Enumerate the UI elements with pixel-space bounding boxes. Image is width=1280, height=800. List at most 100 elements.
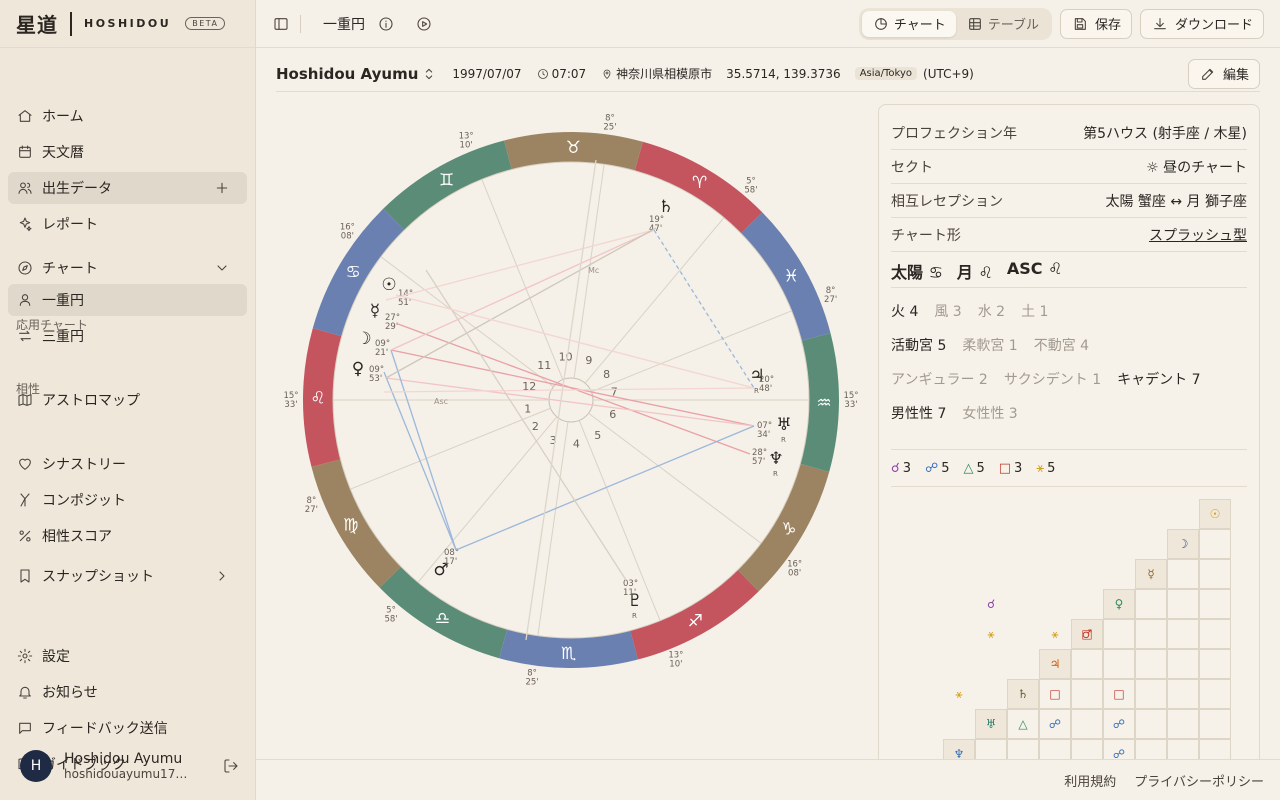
user-name: Hoshidou Ayumu xyxy=(64,751,183,767)
terms-link[interactable]: 利用規約 xyxy=(1064,771,1116,790)
sidebar-item-percent[interactable]: 相性スコア xyxy=(8,520,247,552)
download-button[interactable]: ダウンロード xyxy=(1139,8,1264,39)
sidebar-item-sparkle[interactable]: レポート xyxy=(8,208,247,240)
sidebar-item-bookmark[interactable]: スナップショット xyxy=(8,560,247,592)
sidebar-item-label: コンポジット xyxy=(42,493,126,509)
chevron-updown-icon[interactable] xyxy=(420,65,438,83)
play-icon[interactable] xyxy=(415,15,433,33)
grid-cell[interactable] xyxy=(1135,589,1167,619)
grid-cell[interactable] xyxy=(1071,709,1103,739)
chevron-right-icon[interactable] xyxy=(213,567,231,585)
sidebar-item-merge[interactable]: コンポジット xyxy=(8,484,247,516)
sidebar-item-gear[interactable]: 設定 xyxy=(8,640,247,672)
grid-aspect-glyph[interactable]: □ xyxy=(1103,679,1135,709)
grid-cell[interactable] xyxy=(1103,619,1135,649)
tab-table[interactable]: テーブル xyxy=(956,11,1049,37)
aspect-count-value: 5 xyxy=(941,460,950,476)
summary-row: プロフェクション年 第5ハウス (射手座 / 木星) xyxy=(891,117,1247,150)
summary-row-label: プロフェクション年 xyxy=(891,126,1017,142)
house-number: 8 xyxy=(603,368,610,381)
timezone-group: Asia/Tokyo (UTC+9) xyxy=(854,66,974,81)
sidebar-item-message[interactable]: フィードバック送信 xyxy=(8,712,247,744)
grid-cell[interactable] xyxy=(1199,649,1231,679)
grid-aspect-glyph[interactable]: ⚹ xyxy=(975,619,1007,649)
natal-chart-wheel[interactable]: ♌♍♎♏♐♑♒♓♈♉♊♋15°33'8°27'5°58'8°25'13°10'1… xyxy=(276,100,866,700)
sidebar-item-users[interactable]: 出生データ xyxy=(8,172,247,204)
chevron-down-icon[interactable] xyxy=(213,259,231,277)
grid-cell[interactable] xyxy=(1135,679,1167,709)
balance-stat: アンギュラー 2 xyxy=(891,372,988,388)
grid-cell[interactable] xyxy=(1103,649,1135,679)
planet-minute-label: 34' xyxy=(757,430,770,440)
zodiac-sign-icon: ♏ xyxy=(561,644,576,664)
grid-aspect-glyph[interactable]: ⚹ xyxy=(1039,619,1071,649)
planet-glyph-icon: ☿ xyxy=(370,301,380,321)
info-icon[interactable] xyxy=(377,15,395,33)
summary-row-value[interactable]: スプラッシュ型 xyxy=(1149,225,1247,245)
birth-place-group: 神奈川県相模原市 xyxy=(600,65,712,82)
sidebar-item-home[interactable]: ホーム xyxy=(8,100,247,132)
grid-cell[interactable] xyxy=(1199,589,1231,619)
house-number: 5 xyxy=(594,429,601,442)
grid-cell[interactable] xyxy=(1167,649,1199,679)
grid-planet-header: ♀ xyxy=(1103,589,1135,619)
save-button[interactable]: 保存 xyxy=(1059,8,1132,39)
user-card[interactable]: H Hoshidou Ayumu hoshidouayumu1781... xyxy=(20,750,240,782)
grid-aspect-glyph[interactable]: ☍ xyxy=(1103,709,1135,739)
plus-icon[interactable] xyxy=(213,179,231,197)
grid-cell[interactable] xyxy=(1135,619,1167,649)
privacy-link[interactable]: プライバシーポリシー xyxy=(1134,771,1264,790)
profile-name[interactable]: Hoshidou Ayumu xyxy=(276,65,418,83)
grid-aspect-glyph[interactable]: ☌ xyxy=(975,589,1007,619)
summary-row-label: セクト xyxy=(891,160,933,176)
sidebar-item-label: 天文暦 xyxy=(42,145,84,161)
grid-cell[interactable] xyxy=(1135,649,1167,679)
brand-kanji: 星道 xyxy=(16,13,58,37)
edit-button[interactable]: 編集 xyxy=(1187,58,1260,89)
sidebar-item-user[interactable]: 一重円 xyxy=(8,284,247,316)
grid-cell[interactable] xyxy=(1167,619,1199,649)
utc-offset: (UTC+9) xyxy=(923,66,974,81)
grid-aspect-glyph[interactable]: ☍ xyxy=(1039,709,1071,739)
planet-glyph-icon: ♅ xyxy=(776,415,791,435)
grid-cell[interactable] xyxy=(1167,589,1199,619)
cusp-degree-label: 25' xyxy=(603,123,616,133)
grid-planet-header: ♄ xyxy=(1007,679,1039,709)
tab-chart[interactable]: チャート xyxy=(861,10,956,37)
grid-planet-header: ☿ xyxy=(1135,559,1167,589)
grid-cell[interactable] xyxy=(1167,709,1199,739)
sidebar-toggle-icon[interactable] xyxy=(272,15,290,33)
planet-minute-label: 21' xyxy=(375,348,388,358)
grid-cell[interactable] xyxy=(1199,529,1231,559)
aspect-count: □ 3 xyxy=(999,461,1023,476)
logout-icon[interactable] xyxy=(222,757,240,775)
grid-cell[interactable] xyxy=(1199,559,1231,589)
brand[interactable]: 星道 HOSHIDOU BETA xyxy=(0,0,255,48)
balance-stat: 火 4 xyxy=(891,304,919,320)
grid-cell[interactable] xyxy=(1071,679,1103,709)
summary-row-value: 太陽 蟹座 ↔ 月 獅子座 xyxy=(1105,194,1247,210)
grid-aspect-glyph[interactable]: △ xyxy=(1007,709,1039,739)
sidebar-item-compass[interactable]: チャート xyxy=(8,252,247,284)
beta-badge: BETA xyxy=(185,17,226,30)
grid-aspect-glyph[interactable]: □ xyxy=(1039,679,1071,709)
retrograde-marker: R xyxy=(781,436,786,444)
grid-cell[interactable] xyxy=(1071,649,1103,679)
grid-planet-header: ☽ xyxy=(1167,529,1199,559)
grid-cell[interactable] xyxy=(1167,679,1199,709)
aspect-counts: ☌ 3 ☍ 5 △ 5 □ 3 ⚹ 5 xyxy=(891,449,1247,487)
grid-cell[interactable] xyxy=(1135,709,1167,739)
sidebar-item-heart[interactable]: シナストリー xyxy=(8,448,247,480)
sidebar-item-calendar[interactable]: 天文暦 xyxy=(8,136,247,168)
grid-cell[interactable] xyxy=(1199,679,1231,709)
retrograde-marker: R xyxy=(773,470,778,478)
grid-aspect-glyph[interactable]: □ xyxy=(1071,619,1103,649)
grid-cell[interactable] xyxy=(1167,559,1199,589)
sidebar-item-map[interactable]: アストロマップ xyxy=(8,384,247,416)
house-number: 4 xyxy=(573,438,580,451)
grid-cell[interactable] xyxy=(1199,709,1231,739)
sidebar-item-bell[interactable]: お知らせ xyxy=(8,676,247,708)
planet-glyph-icon: ♀ xyxy=(352,359,364,379)
grid-cell[interactable] xyxy=(1199,619,1231,649)
grid-aspect-glyph[interactable]: ⚹ xyxy=(943,679,975,709)
